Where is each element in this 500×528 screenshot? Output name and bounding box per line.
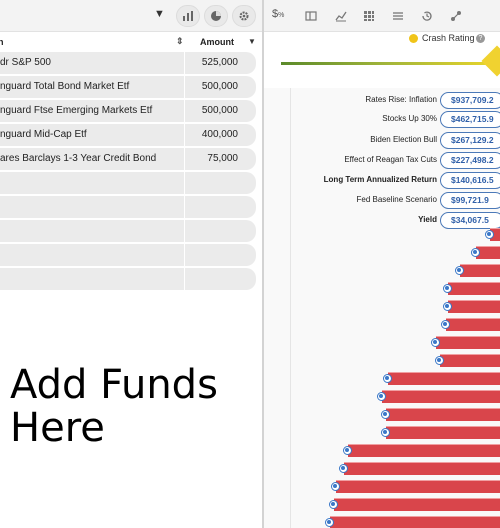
table-row[interactable]: nguard Ftse Emerging Markets Etf 500,000 — [0, 100, 256, 122]
divider — [184, 76, 185, 98]
fund-name: ares Barclays 1-3 Year Credit Bond — [0, 153, 157, 164]
divider — [184, 196, 185, 218]
portfolio-panel: ▼ n ⇕ Amount ▼ dr S&P 500 525,000 nguard… — [0, 0, 262, 528]
distribution-bar — [446, 318, 500, 331]
distribution-bar — [440, 354, 500, 367]
distribution-bar — [348, 444, 500, 457]
distribution-bar — [386, 408, 500, 421]
bar-chart-icon[interactable] — [176, 5, 200, 27]
distribution-point[interactable] — [383, 374, 392, 383]
scenario-bars — [264, 0, 500, 528]
divider — [184, 172, 185, 194]
chevron-down-icon[interactable]: ▼ — [154, 8, 165, 20]
table-row[interactable]: dr S&P 500 525,000 — [0, 52, 256, 74]
distribution-point[interactable] — [331, 482, 340, 491]
distribution-bar — [436, 336, 500, 349]
amount-column-header[interactable]: Amount — [200, 37, 234, 47]
distribution-bar — [334, 498, 500, 511]
divider — [184, 220, 185, 242]
distribution-bar — [448, 300, 500, 313]
caption-line-2: Here — [10, 405, 105, 451]
sort-icon[interactable]: ⇕ — [176, 36, 184, 47]
table-row[interactable] — [0, 268, 256, 290]
table-header: n ⇕ Amount ▼ — [0, 32, 262, 52]
fund-name: nguard Ftse Emerging Markets Etf — [0, 105, 153, 116]
add-funds-caption: Add Funds Here — [10, 364, 218, 450]
distribution-point[interactable] — [485, 230, 494, 239]
fund-amount[interactable]: 500,000 — [202, 81, 238, 92]
distribution-bar — [448, 282, 500, 295]
distribution-point[interactable] — [441, 320, 450, 329]
divider — [184, 100, 185, 122]
distribution-point[interactable] — [377, 392, 386, 401]
distribution-point[interactable] — [329, 500, 338, 509]
table-row[interactable]: ares Barclays 1-3 Year Credit Bond 75,00… — [0, 148, 256, 170]
fund-amount[interactable]: 75,000 — [207, 153, 238, 164]
distribution-point[interactable] — [455, 266, 464, 275]
distribution-point[interactable] — [381, 410, 390, 419]
distribution-bar — [386, 426, 500, 439]
distribution-point[interactable] — [381, 428, 390, 437]
table-row[interactable]: nguard Total Bond Market Etf 500,000 — [0, 76, 256, 98]
distribution-point[interactable] — [471, 248, 480, 257]
distribution-point[interactable] — [443, 302, 452, 311]
fund-amount[interactable]: 500,000 — [202, 105, 238, 116]
table-row[interactable]: nguard Mid-Cap Etf 400,000 — [0, 124, 256, 146]
divider — [184, 148, 185, 170]
distribution-point[interactable] — [431, 338, 440, 347]
caption-line-1: Add Funds — [10, 362, 218, 408]
table-row[interactable] — [0, 244, 256, 266]
portfolio-toolbar: ▼ — [0, 0, 262, 32]
distribution-bar — [330, 516, 500, 528]
distribution-bar — [388, 372, 500, 385]
divider — [184, 244, 185, 266]
fund-name: nguard Total Bond Market Etf — [0, 81, 130, 92]
distribution-point[interactable] — [343, 446, 352, 455]
name-column-header[interactable]: n — [0, 37, 4, 47]
distribution-point[interactable] — [339, 464, 348, 473]
distribution-bar — [460, 264, 500, 277]
fund-name: nguard Mid-Cap Etf — [0, 129, 87, 140]
results-panel: $% Crash Rating ? Rates Rise: Inflation … — [264, 0, 500, 528]
pie-chart-icon[interactable] — [204, 5, 228, 27]
distribution-bar — [336, 480, 500, 493]
gear-icon[interactable] — [232, 5, 256, 27]
fund-amount[interactable]: 525,000 — [202, 57, 238, 68]
distribution-point[interactable] — [325, 518, 334, 527]
table-row[interactable] — [0, 196, 256, 218]
table-row[interactable] — [0, 220, 256, 242]
distribution-bar — [344, 462, 500, 475]
fund-name: dr S&P 500 — [0, 57, 51, 68]
divider — [184, 268, 185, 290]
distribution-bar — [382, 390, 500, 403]
distribution-point[interactable] — [443, 284, 452, 293]
fund-amount[interactable]: 400,000 — [202, 129, 238, 140]
divider — [184, 124, 185, 146]
table-row[interactable] — [0, 172, 256, 194]
divider — [184, 52, 185, 74]
sort-desc-icon[interactable]: ▼ — [248, 37, 256, 46]
distribution-point[interactable] — [435, 356, 444, 365]
